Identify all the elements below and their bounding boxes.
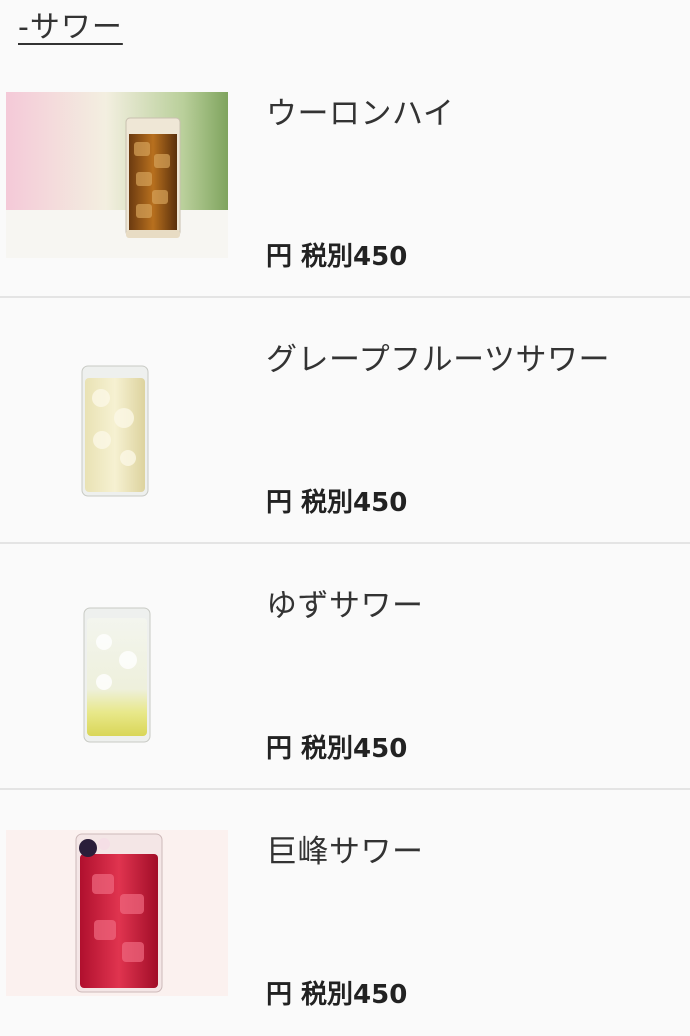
menu-list: ウーロンハイ 円 税別450 グレープフルーツサワー 円 税別450 ゆずサワー… <box>0 52 690 1036</box>
menu-item-kyoho-sour[interactable]: 巨峰サワー 円 税別450 <box>0 790 690 1036</box>
yuzu-sour-image <box>6 584 228 750</box>
item-price: 円 税別450 <box>266 980 408 1010</box>
oolong-highball-image <box>6 92 228 258</box>
grapefruit-sour-image <box>6 338 228 504</box>
menu-item-grapefruit-sour[interactable]: グレープフルーツサワー 円 税別450 <box>0 298 690 544</box>
item-price: 円 税別450 <box>266 488 408 518</box>
item-price: 円 税別450 <box>266 242 408 272</box>
item-name: ウーロンハイ <box>266 96 455 132</box>
menu-item-oolong-hai[interactable]: ウーロンハイ 円 税別450 <box>0 52 690 298</box>
item-name: ゆずサワー <box>266 588 424 624</box>
kyoho-grape-sour-image <box>6 830 228 996</box>
menu-item-yuzu-sour[interactable]: ゆずサワー 円 税別450 <box>0 544 690 790</box>
item-price: 円 税別450 <box>266 734 408 764</box>
section-title: -サワー <box>18 10 123 45</box>
item-name: 巨峰サワー <box>266 834 424 870</box>
item-name: グレープフルーツサワー <box>266 342 611 378</box>
